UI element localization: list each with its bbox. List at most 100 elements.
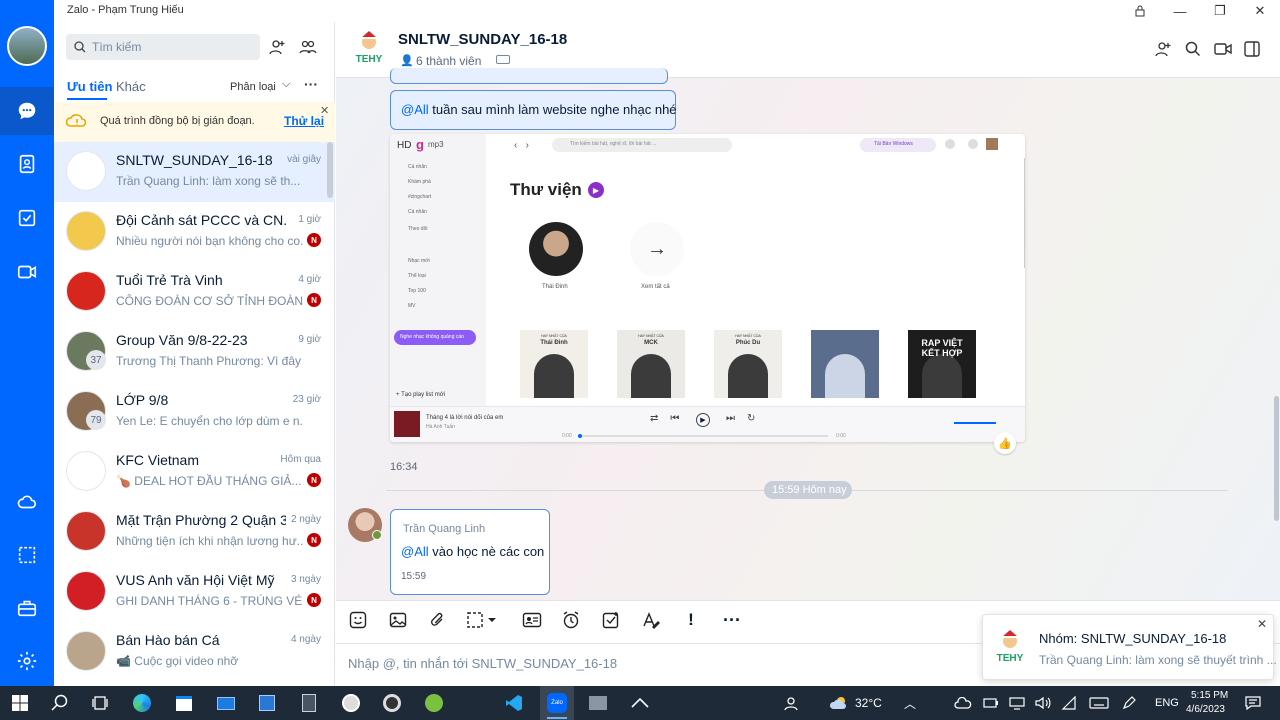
screenshot-icon[interactable] — [0, 531, 54, 579]
todo-icon[interactable] — [0, 194, 54, 242]
chat-scrollbar[interactable] — [1274, 396, 1279, 521]
see-all-label: Xem tất cả — [641, 284, 670, 290]
urgent-icon[interactable]: ! — [677, 608, 705, 632]
store-icon[interactable] — [170, 686, 198, 720]
more-icon[interactable]: ··· — [718, 608, 746, 632]
close-button[interactable]: ✕ — [1240, 0, 1280, 22]
conversation-avatar — [66, 511, 106, 551]
conversation-item[interactable]: 79 LỚP 9/8 23 giờ Yen Le: E chuyển cho lớp … — [54, 382, 335, 442]
mention[interactable]: @All — [401, 102, 429, 117]
message-bubble[interactable]: Trần Quang Linh @All vào học nè các con … — [390, 509, 550, 595]
add-member-icon[interactable] — [1154, 40, 1172, 63]
message-icon[interactable] — [0, 87, 54, 135]
conversation-item[interactable]: Bán Hào bán Cá 4 ngày 📹 Cuộc gọi video nhỡ — [54, 622, 335, 682]
members-count[interactable]: 6 thành viên — [416, 54, 481, 68]
folder-icon[interactable] — [584, 686, 612, 720]
settings-icon[interactable] — [0, 637, 54, 685]
people-icon[interactable] — [778, 686, 802, 720]
conversation-item[interactable]: Mặt Trận Phường 2 Quận 3 2 ngày Những tiện… — [54, 502, 335, 562]
search-input[interactable]: Tìm kiếm — [66, 34, 260, 60]
greenshot-icon[interactable] — [420, 686, 448, 720]
close-icon[interactable]: ✕ — [1257, 617, 1267, 631]
chevron-up-icon[interactable]: ︿ — [900, 686, 920, 720]
tag-icon[interactable] — [496, 55, 510, 64]
album-top-text: HAY NHẤT CỦA — [541, 334, 567, 338]
message-bubble[interactable]: @All tuần sau mình làm website nghe nhạc… — [390, 90, 677, 130]
message-input[interactable]: Nhập @, tin nhắn tới SNLTW_SUNDAY_16-18 — [348, 656, 617, 671]
tab-priority[interactable]: Ưu tiên — [67, 79, 112, 94]
search-icon[interactable] — [1185, 41, 1201, 62]
text-format-icon[interactable] — [637, 608, 665, 632]
weather-icon[interactable] — [826, 686, 852, 720]
close-icon[interactable]: ✕ — [320, 104, 329, 117]
conversation-item[interactable]: Đội Cảnh sát PCCC và CN... 1 giờ Nhiều ngư… — [54, 202, 335, 262]
onedrive-icon[interactable] — [952, 686, 974, 720]
clock-app-icon[interactable] — [337, 686, 365, 720]
video-call-icon[interactable] — [1214, 41, 1232, 62]
vscode-icon[interactable] — [500, 686, 528, 720]
mention[interactable]: @All — [401, 544, 429, 559]
list-scrollbar[interactable] — [327, 142, 333, 198]
new-playlist: + Tạo play list mới — [396, 392, 446, 398]
retry-link[interactable]: Thử lại — [284, 114, 324, 128]
conversation-item[interactable]: Tuổi Trẻ Trà Vinh 4 giờ CÔNG ĐOÀN CƠ SỞ TỈ… — [54, 262, 335, 322]
sticker-icon[interactable] — [344, 608, 372, 632]
create-group-icon[interactable] — [298, 38, 318, 61]
toolbox-icon[interactable] — [0, 584, 54, 632]
temperature[interactable]: 32°C — [855, 696, 882, 710]
network-icon[interactable] — [1006, 686, 1028, 720]
mail-icon[interactable] — [212, 686, 240, 720]
windows-start-icon[interactable] — [6, 686, 34, 720]
image-icon[interactable] — [384, 608, 412, 632]
tab-other[interactable]: Khác — [116, 79, 146, 94]
task-view-icon[interactable] — [86, 686, 114, 720]
screenshot-capture-icon[interactable] — [464, 608, 504, 632]
side-panel-icon[interactable] — [1244, 41, 1260, 62]
battery-icon[interactable] — [980, 686, 1002, 720]
wifi-icon[interactable] — [1058, 686, 1080, 720]
members-icon[interactable]: 👤 — [400, 54, 414, 67]
taskbar-time[interactable]: 5:15 PM — [1191, 690, 1228, 701]
attachment-icon[interactable] — [424, 608, 452, 632]
edge-icon[interactable] — [128, 686, 156, 720]
taskbar-search-icon[interactable] — [46, 686, 74, 720]
pen-icon[interactable] — [1118, 686, 1140, 720]
app-icon[interactable] — [626, 686, 654, 720]
conversation-item[interactable]: 37 Group Văn 9/8-22-23 9 giờ Trương Thị Tha… — [54, 322, 335, 382]
volume-icon[interactable] — [1032, 686, 1054, 720]
taskbar-date[interactable]: 4/6/2023 — [1186, 704, 1225, 715]
contact-card-icon[interactable] — [518, 608, 546, 632]
like-icon[interactable]: 👍 — [994, 432, 1016, 454]
more-options-icon[interactable]: ··· — [304, 76, 318, 92]
conversation-item[interactable]: SNLTW_SUNDAY_16-18 vài giây Trần Quang Lin… — [54, 142, 335, 202]
chevron-down-icon[interactable]: ⌵ — [282, 78, 290, 91]
notification-center-icon[interactable] — [1242, 686, 1264, 720]
calculator-icon[interactable] — [295, 686, 323, 720]
album-name: MCK — [644, 340, 658, 346]
zalo-taskbar-icon[interactable]: Zalo — [540, 686, 574, 720]
task-icon[interactable] — [597, 608, 625, 632]
minimize-button[interactable]: — — [1160, 0, 1200, 22]
filter-dropdown[interactable]: Phân loại — [230, 81, 276, 93]
conversation-item[interactable]: KFC Vietnam Hôm qua 🍗 DEAL HOT ĐẦU THÁNG G… — [54, 442, 335, 502]
reminder-icon[interactable] — [557, 608, 585, 632]
keyboard-icon[interactable] — [1086, 686, 1112, 720]
left-navigation — [0, 0, 54, 686]
image-attachment[interactable]: HD ɡ mp3 Cá nhân Khám phá #zingchart Cá nhâ… — [390, 134, 1025, 442]
cloud-icon[interactable] — [0, 478, 54, 526]
calendar-icon[interactable] — [253, 686, 281, 720]
conversation-item[interactable]: VUS Anh văn Hội Việt Mỹ 3 ngày GHI DANH TH… — [54, 562, 335, 622]
add-friend-icon[interactable] — [268, 38, 286, 61]
conversation-name: LỚP 9/8 — [116, 392, 169, 408]
language-indicator[interactable]: ENG — [1155, 697, 1179, 709]
group-avatar[interactable]: TEHY — [352, 30, 386, 66]
lock-icon[interactable] — [1120, 0, 1160, 22]
video-icon[interactable] — [0, 248, 54, 296]
contacts-icon[interactable] — [0, 140, 54, 188]
user-avatar[interactable] — [7, 26, 47, 66]
conversation-name: Bán Hào bán Cá — [116, 632, 220, 648]
maximize-button[interactable]: ❐ — [1200, 0, 1240, 22]
notification-toast[interactable]: TEHY Nhóm: SNLTW_SUNDAY_16-18 Trần Quang… — [982, 614, 1277, 680]
media-player-icon[interactable] — [378, 686, 406, 720]
conversation-avatar — [66, 211, 106, 251]
